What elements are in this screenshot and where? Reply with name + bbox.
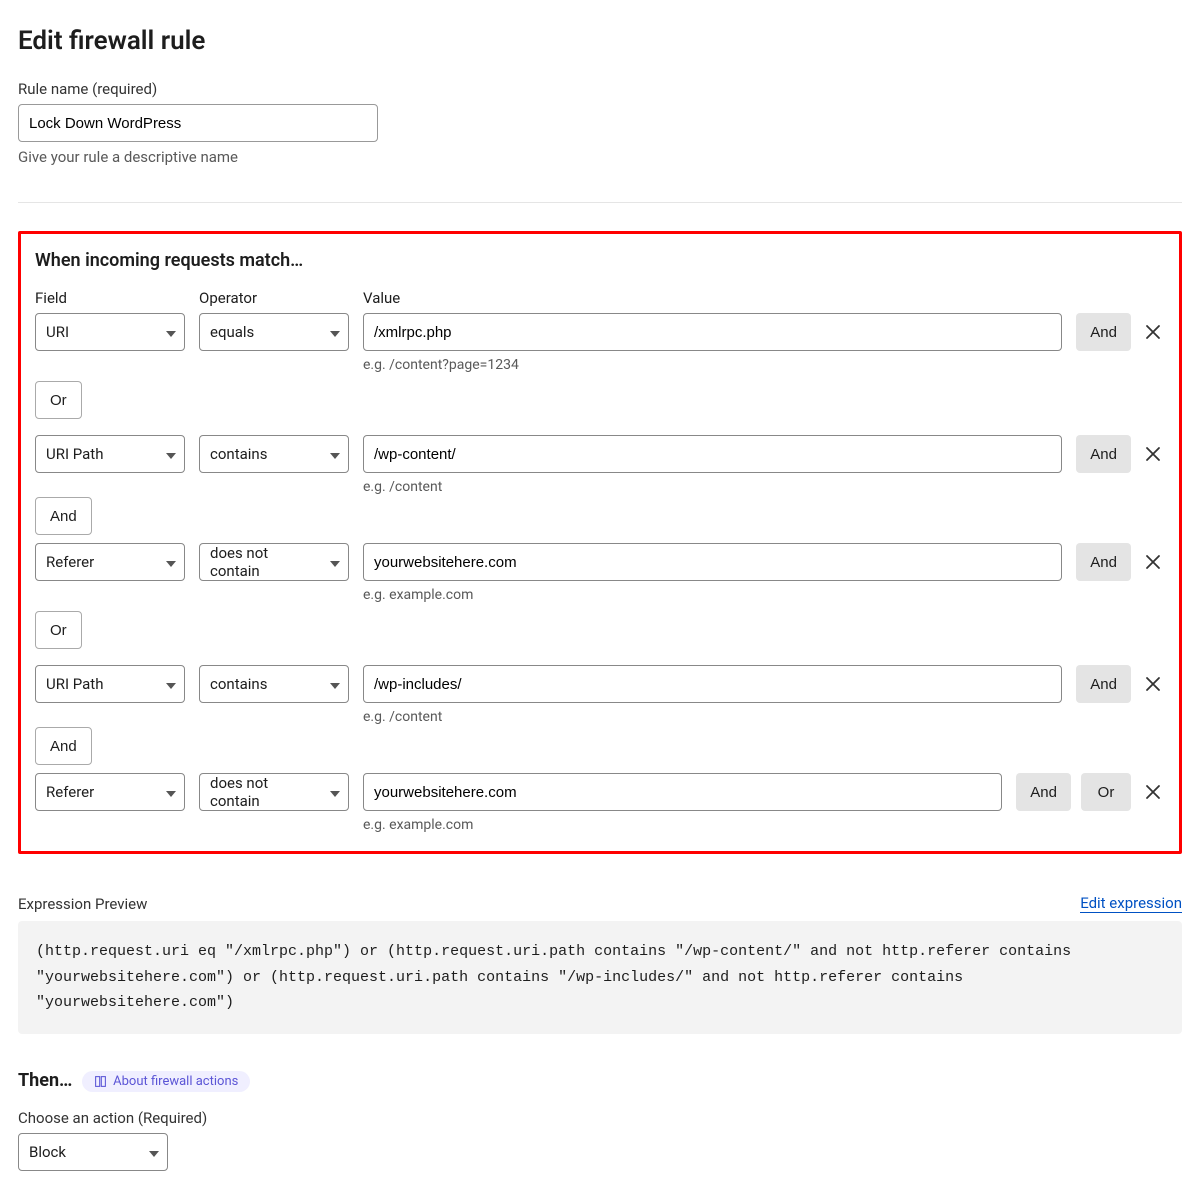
rule-name-input[interactable] bbox=[18, 104, 378, 142]
operator-select[interactable]: does not contain bbox=[199, 773, 349, 811]
rule-name-help: Give your rule a descriptive name bbox=[18, 148, 1182, 166]
remove-row-button[interactable] bbox=[1141, 435, 1165, 473]
chevron-down-icon bbox=[166, 553, 176, 571]
value-input[interactable] bbox=[363, 435, 1062, 473]
page-title: Edit firewall rule bbox=[18, 26, 1182, 56]
operator-select-value: equals bbox=[210, 323, 254, 341]
close-icon bbox=[1145, 784, 1161, 800]
add-and-button[interactable]: And bbox=[1016, 773, 1071, 811]
action-select[interactable]: Block bbox=[18, 1133, 168, 1171]
chevron-down-icon bbox=[149, 1143, 159, 1161]
then-heading: Then… bbox=[18, 1070, 72, 1091]
about-firewall-actions-link[interactable]: About firewall actions bbox=[82, 1071, 250, 1092]
close-icon bbox=[1145, 554, 1161, 570]
condition-row: URI equals e.g. /content?page=1234 And bbox=[35, 313, 1165, 373]
col-field-header: Field bbox=[35, 289, 185, 307]
add-and-button[interactable]: And bbox=[1076, 665, 1131, 703]
add-and-button[interactable]: And bbox=[1076, 435, 1131, 473]
field-select[interactable]: URI Path bbox=[35, 435, 185, 473]
condition-row: URI Path contains e.g. /content And bbox=[35, 435, 1165, 495]
choose-action-label: Choose an action (Required) bbox=[18, 1109, 1182, 1127]
chevron-down-icon bbox=[330, 445, 340, 463]
field-select[interactable]: URI bbox=[35, 313, 185, 351]
close-icon bbox=[1145, 676, 1161, 692]
condition-row: URI Path contains e.g. /content And bbox=[35, 665, 1165, 725]
operator-select-value: contains bbox=[210, 445, 267, 463]
value-hint: e.g. /content?page=1234 bbox=[363, 357, 1062, 373]
chevron-down-icon bbox=[166, 675, 176, 693]
chevron-down-icon bbox=[166, 323, 176, 341]
field-select[interactable]: Referer bbox=[35, 543, 185, 581]
operator-select[interactable]: contains bbox=[199, 435, 349, 473]
match-heading: When incoming requests match… bbox=[35, 250, 1165, 271]
chevron-down-icon bbox=[166, 783, 176, 801]
action-select-value: Block bbox=[29, 1143, 66, 1161]
field-select-value: Referer bbox=[46, 553, 94, 571]
remove-row-button[interactable] bbox=[1141, 313, 1165, 351]
column-headers: Field Operator Value bbox=[35, 289, 1165, 307]
about-firewall-actions-label: About firewall actions bbox=[113, 1074, 238, 1089]
value-input[interactable] bbox=[363, 665, 1062, 703]
chevron-down-icon bbox=[330, 783, 340, 801]
add-and-button[interactable]: And bbox=[1076, 543, 1131, 581]
value-hint: e.g. example.com bbox=[363, 587, 1062, 603]
match-conditions-box: When incoming requests match… Field Oper… bbox=[18, 231, 1182, 854]
book-icon bbox=[94, 1075, 107, 1088]
value-hint: e.g. /content bbox=[363, 709, 1062, 725]
value-hint: e.g. /content bbox=[363, 479, 1062, 495]
edit-expression-link[interactable]: Edit expression bbox=[1080, 894, 1182, 913]
operator-select[interactable]: contains bbox=[199, 665, 349, 703]
or-separator-button[interactable]: Or bbox=[35, 381, 82, 419]
operator-select-value: does not contain bbox=[210, 774, 320, 810]
field-select-value: URI Path bbox=[46, 675, 103, 693]
or-separator-button[interactable]: Or bbox=[35, 611, 82, 649]
chevron-down-icon bbox=[330, 323, 340, 341]
remove-row-button[interactable] bbox=[1141, 543, 1165, 581]
rule-name-label: Rule name (required) bbox=[18, 80, 1182, 98]
chevron-down-icon bbox=[330, 553, 340, 571]
field-select[interactable]: Referer bbox=[35, 773, 185, 811]
expression-preview-code: (http.request.uri eq "/xmlrpc.php") or (… bbox=[18, 921, 1182, 1034]
close-icon bbox=[1145, 324, 1161, 340]
close-icon bbox=[1145, 446, 1161, 462]
field-select[interactable]: URI Path bbox=[35, 665, 185, 703]
col-operator-header: Operator bbox=[199, 289, 349, 307]
value-input[interactable] bbox=[363, 773, 1002, 811]
add-and-button[interactable]: And bbox=[1076, 313, 1131, 351]
field-select-value: URI Path bbox=[46, 445, 103, 463]
and-separator-button[interactable]: And bbox=[35, 497, 92, 535]
operator-select-value: does not contain bbox=[210, 544, 320, 580]
col-value-header: Value bbox=[363, 289, 1165, 307]
field-select-value: Referer bbox=[46, 783, 94, 801]
value-input[interactable] bbox=[363, 313, 1062, 351]
operator-select-value: contains bbox=[210, 675, 267, 693]
value-input[interactable] bbox=[363, 543, 1062, 581]
expression-preview-label: Expression Preview bbox=[18, 895, 147, 913]
and-separator-button[interactable]: And bbox=[35, 727, 92, 765]
remove-row-button[interactable] bbox=[1141, 773, 1165, 811]
chevron-down-icon bbox=[330, 675, 340, 693]
condition-row: Referer does not contain e.g. example.co… bbox=[35, 773, 1165, 833]
section-divider bbox=[18, 202, 1182, 203]
chevron-down-icon bbox=[166, 445, 176, 463]
field-select-value: URI bbox=[46, 323, 69, 341]
operator-select[interactable]: equals bbox=[199, 313, 349, 351]
condition-row: Referer does not contain e.g. example.co… bbox=[35, 543, 1165, 603]
remove-row-button[interactable] bbox=[1141, 665, 1165, 703]
add-or-button[interactable]: Or bbox=[1081, 773, 1131, 811]
operator-select[interactable]: does not contain bbox=[199, 543, 349, 581]
value-hint: e.g. example.com bbox=[363, 817, 1002, 833]
